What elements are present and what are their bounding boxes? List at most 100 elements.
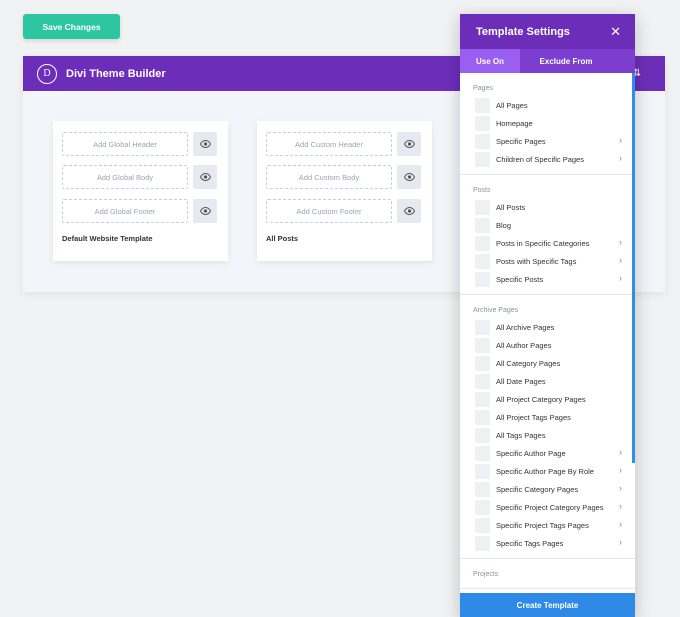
option-item[interactable]: Specific Project Tags Pages › — [473, 516, 635, 534]
checkbox[interactable] — [475, 199, 490, 215]
option-item[interactable]: Posts in Specific Categories › — [473, 234, 635, 252]
add-custom-header-button[interactable]: Add Custom Header — [266, 132, 392, 156]
option-label: All Posts — [496, 202, 526, 212]
add-custom-body-button[interactable]: Add Custom Body — [266, 165, 392, 189]
option-label: Specific Pages — [496, 136, 546, 146]
section-title: Posts — [473, 187, 491, 194]
option-item[interactable]: All Pages — [473, 96, 635, 114]
option-item[interactable]: All Category Pages — [473, 354, 635, 372]
chevron-right-icon[interactable]: › — [619, 273, 622, 283]
modal-options-list[interactable]: Pages All Pages Homepage Specific Pages › Chi… — [460, 73, 635, 603]
option-item[interactable]: All Date Pages — [473, 372, 635, 390]
chevron-right-icon[interactable]: › — [619, 135, 622, 145]
checkbox[interactable] — [475, 481, 490, 497]
option-item[interactable]: Children of Specific Pages › — [473, 150, 635, 168]
checkbox[interactable] — [475, 217, 490, 233]
eye-icon[interactable] — [397, 165, 421, 189]
option-item[interactable]: Specific Category Pages › — [473, 480, 635, 498]
checkbox[interactable] — [475, 253, 490, 269]
checkbox[interactable] — [475, 97, 490, 113]
option-label: Specific Author Page — [496, 448, 566, 458]
checkbox[interactable] — [475, 499, 490, 515]
save-changes-button[interactable]: Save Changes — [23, 14, 120, 39]
option-label: Specific Category Pages — [496, 484, 579, 494]
checkbox[interactable] — [475, 373, 490, 389]
option-label: All Archive Pages — [496, 322, 555, 332]
checkbox[interactable] — [475, 319, 490, 335]
option-label: Children of Specific Pages — [496, 154, 584, 164]
checkbox[interactable] — [475, 235, 490, 251]
template-card-default: Add Global Header Add Global Body Add Gl… — [53, 121, 228, 261]
option-label: Homepage — [496, 118, 533, 128]
chevron-right-icon[interactable]: › — [619, 255, 622, 265]
option-item[interactable]: Homepage — [473, 114, 635, 132]
section-title: Archive Pages — [473, 307, 519, 314]
eye-icon[interactable] — [193, 165, 217, 189]
option-item[interactable]: Specific Pages › — [473, 132, 635, 150]
checkbox[interactable] — [475, 535, 490, 551]
checkbox[interactable] — [475, 355, 490, 371]
chevron-right-icon[interactable]: › — [619, 537, 622, 547]
option-label: All Author Pages — [496, 340, 552, 350]
template-settings-modal: Template Settings ✕ Use On Exclude From … — [460, 14, 635, 617]
chevron-right-icon[interactable]: › — [619, 447, 622, 457]
close-icon[interactable]: ✕ — [610, 24, 621, 40]
add-custom-footer-button[interactable]: Add Custom Footer — [266, 199, 392, 223]
option-section: Archive Pages All Archive Pages All Author… — [460, 295, 635, 559]
option-item[interactable]: Blog — [473, 216, 635, 234]
option-section: Pages All Pages Homepage Specific Pages › Chi… — [460, 73, 635, 175]
create-template-button[interactable]: Create Template — [460, 593, 635, 617]
tab-use-on[interactable]: Use On — [460, 49, 520, 73]
option-section: Posts All Posts Blog Posts in Specific Cate… — [460, 175, 635, 295]
option-item[interactable]: Specific Posts › — [473, 270, 635, 288]
option-item[interactable]: Posts with Specific Tags › — [473, 252, 635, 270]
chevron-right-icon[interactable]: › — [619, 501, 622, 511]
builder-title: Divi Theme Builder — [66, 67, 166, 80]
chevron-right-icon[interactable]: › — [619, 519, 622, 529]
checkbox[interactable] — [475, 133, 490, 149]
checkbox[interactable] — [475, 151, 490, 167]
modal-header: Template Settings ✕ — [460, 14, 635, 49]
eye-icon[interactable] — [397, 132, 421, 156]
option-label: Specific Author Page By Role — [496, 466, 594, 476]
option-label: All Tags Pages — [496, 430, 546, 440]
option-item[interactable]: All Posts — [473, 198, 635, 216]
option-item[interactable]: All Project Category Pages — [473, 390, 635, 408]
eye-icon[interactable] — [193, 132, 217, 156]
option-item[interactable]: All Tags Pages — [473, 426, 635, 444]
checkbox[interactable] — [475, 517, 490, 533]
option-label: Blog — [496, 220, 512, 230]
chevron-right-icon[interactable]: › — [619, 465, 622, 475]
option-item[interactable]: All Author Pages — [473, 336, 635, 354]
modal-title: Template Settings — [476, 25, 570, 38]
section-title: Pages — [473, 85, 493, 92]
option-label: Specific Tags Pages — [496, 538, 564, 548]
eye-icon[interactable] — [193, 199, 217, 223]
checkbox[interactable] — [475, 445, 490, 461]
option-item[interactable]: Specific Author Page › — [473, 444, 635, 462]
chevron-right-icon[interactable]: › — [619, 237, 622, 247]
checkbox[interactable] — [475, 391, 490, 407]
checkbox[interactable] — [475, 409, 490, 425]
chevron-right-icon[interactable]: › — [619, 483, 622, 493]
option-item[interactable]: Specific Author Page By Role › — [473, 462, 635, 480]
tab-exclude-from[interactable]: Exclude From — [520, 49, 612, 73]
add-global-body-button[interactable]: Add Global Body — [62, 165, 188, 189]
checkbox[interactable] — [475, 337, 490, 353]
checkbox[interactable] — [475, 271, 490, 287]
section-title: Projects — [473, 571, 499, 578]
option-item[interactable]: All Archive Pages — [473, 318, 635, 336]
option-item[interactable]: All Project Tags Pages — [473, 408, 635, 426]
option-item[interactable]: Specific Project Category Pages › — [473, 498, 635, 516]
add-global-footer-button[interactable]: Add Global Footer — [62, 199, 188, 223]
checkbox[interactable] — [475, 463, 490, 479]
template-name: All Posts — [266, 234, 299, 243]
checkbox[interactable] — [475, 427, 490, 443]
eye-icon[interactable] — [397, 199, 421, 223]
chevron-right-icon[interactable]: › — [619, 153, 622, 163]
option-label: Posts in Specific Categories — [496, 238, 590, 248]
option-label: All Category Pages — [496, 358, 561, 368]
option-item[interactable]: Specific Tags Pages › — [473, 534, 635, 552]
checkbox[interactable] — [475, 115, 490, 131]
add-global-header-button[interactable]: Add Global Header — [62, 132, 188, 156]
